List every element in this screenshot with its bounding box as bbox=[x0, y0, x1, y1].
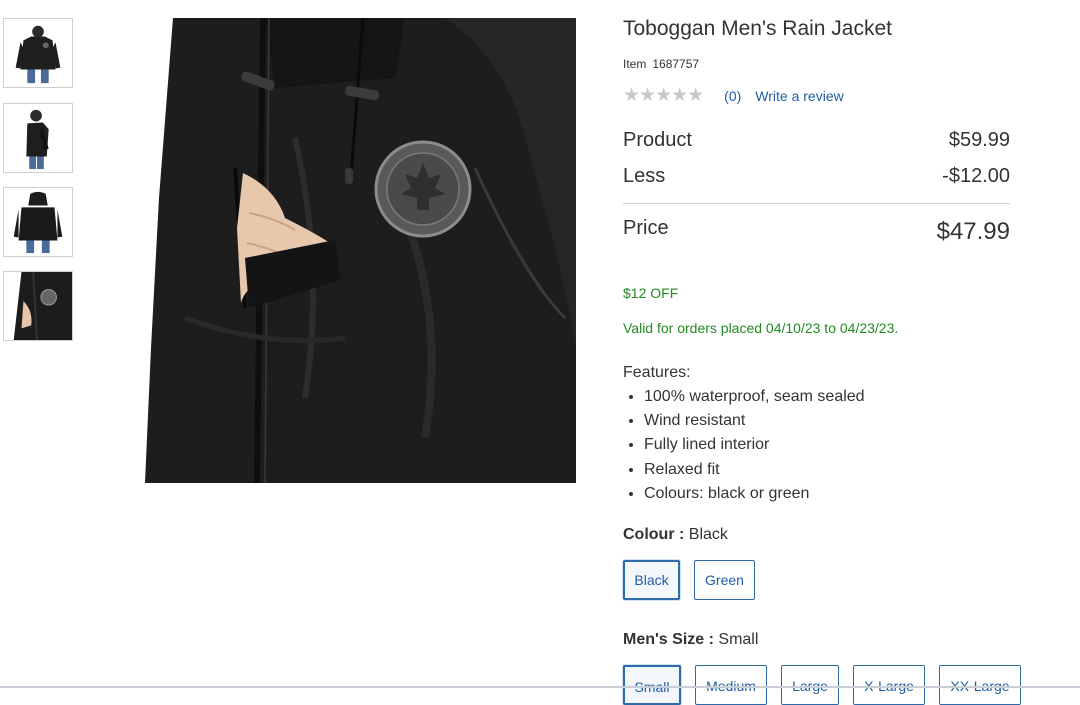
thumbnail-back[interactable] bbox=[3, 187, 73, 257]
rating-row: ★★★★★ (0) Write a review bbox=[623, 84, 844, 107]
size-label: Men's Size : Small bbox=[623, 631, 758, 649]
review-count-link[interactable]: (0) bbox=[724, 88, 741, 104]
promo-off-text: $12 OFF bbox=[623, 285, 679, 301]
feature-item: Colours: black or green bbox=[644, 482, 865, 506]
item-number: 1687757 bbox=[652, 57, 700, 71]
product-title: Toboggan Men's Rain Jacket bbox=[623, 17, 893, 40]
thumbnail-front[interactable] bbox=[3, 18, 73, 88]
final-price-label: Price bbox=[623, 217, 669, 239]
discount-row: Less -$12.00 bbox=[623, 165, 1010, 188]
colour-label: Colour : Black bbox=[623, 526, 728, 544]
discount-label: Less bbox=[623, 165, 666, 187]
feature-item: Relaxed fit bbox=[644, 458, 865, 482]
final-price-value: $47.99 bbox=[936, 218, 1010, 245]
size-option-small[interactable]: Small bbox=[623, 665, 681, 705]
size-selected-value: Small bbox=[718, 631, 759, 648]
feature-item: 100% waterproof, seam sealed bbox=[644, 385, 865, 409]
feature-item: Wind resistant bbox=[644, 409, 865, 433]
thumbnail-side[interactable] bbox=[3, 103, 73, 173]
price-divider bbox=[623, 203, 1010, 204]
colour-label-text: Colour : bbox=[623, 526, 685, 543]
price-value: $59.99 bbox=[948, 129, 1010, 151]
size-option-large[interactable]: Large bbox=[781, 665, 839, 705]
colour-selected-value: Black bbox=[688, 526, 728, 543]
features-section: Features: 100% waterproof, seam sealed W… bbox=[623, 364, 865, 506]
feature-item: Fully lined interior bbox=[644, 433, 865, 457]
size-option-x-large[interactable]: X-Large bbox=[853, 665, 925, 705]
features-heading: Features: bbox=[623, 364, 691, 381]
final-price-row: Price $47.99 bbox=[623, 217, 1010, 246]
star-rating-icon: ★★★★★ bbox=[623, 85, 704, 106]
colour-option-green[interactable]: Green bbox=[694, 560, 755, 600]
discount-value: -$12.00 bbox=[942, 165, 1010, 187]
promo-validity-text: Valid for orders placed 04/10/23 to 04/2… bbox=[623, 320, 899, 336]
colour-option-black[interactable]: Black bbox=[623, 560, 680, 600]
item-label: Item bbox=[623, 57, 647, 71]
write-review-link[interactable]: Write a review bbox=[755, 88, 843, 104]
features-list: 100% waterproof, seam sealed Wind resist… bbox=[623, 385, 865, 506]
price-label: Product bbox=[623, 129, 692, 151]
product-price-row: Product $59.99 bbox=[623, 129, 1010, 152]
size-label-text: Men's Size : bbox=[623, 631, 714, 648]
size-option-xx-large[interactable]: XX-Large bbox=[939, 665, 1021, 705]
item-number-line: Item 1687757 bbox=[623, 57, 699, 71]
size-option-medium[interactable]: Medium bbox=[695, 665, 767, 705]
main-product-image[interactable] bbox=[145, 18, 576, 483]
thumbnail-detail[interactable] bbox=[3, 271, 73, 341]
